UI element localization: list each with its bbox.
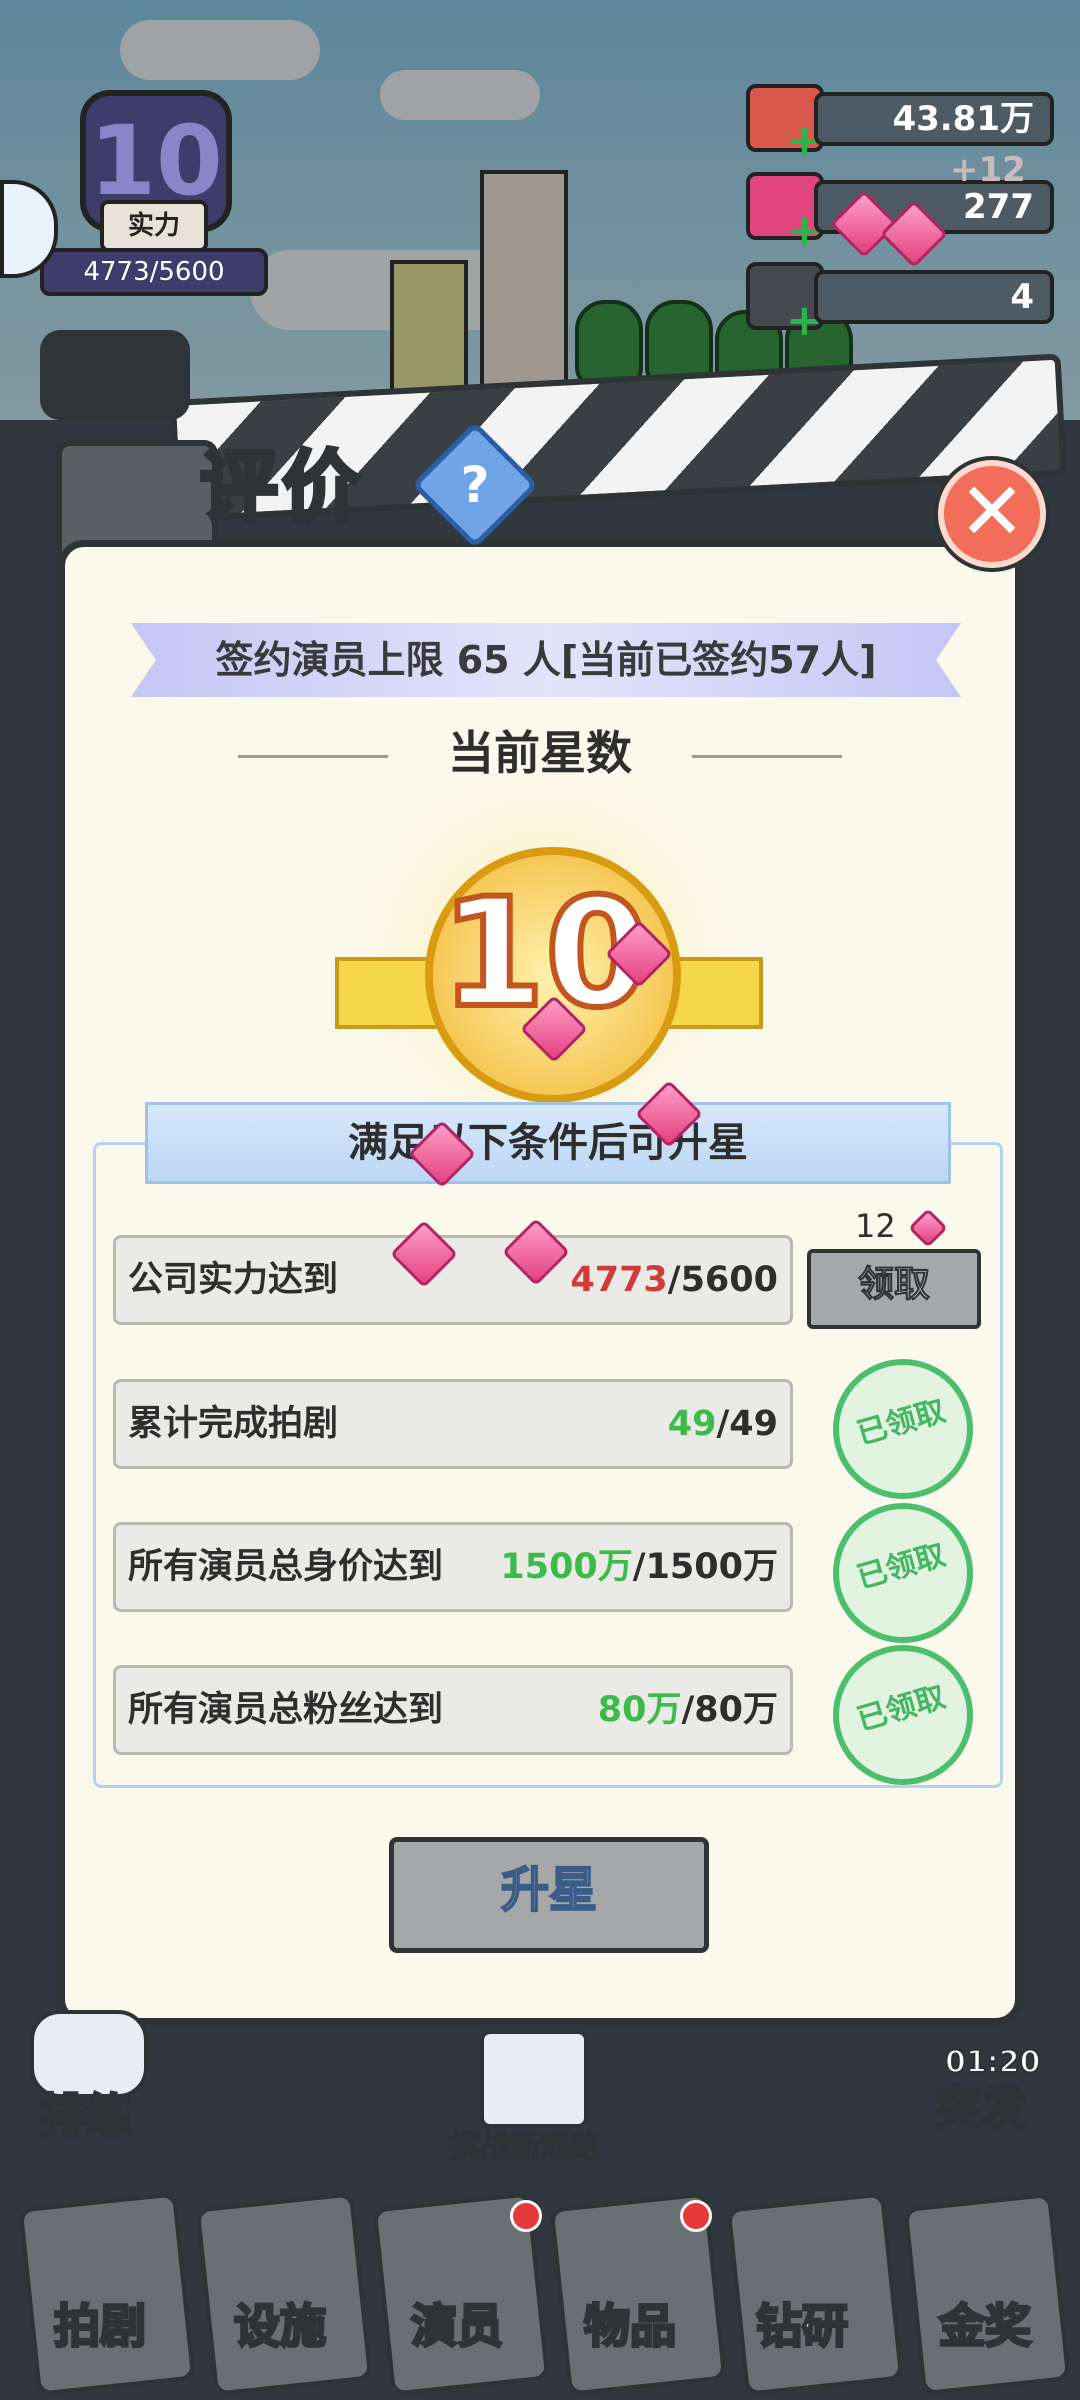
condition-row-actor-fans: 所有演员总粉丝达到 80万/80万 (113, 1665, 793, 1755)
actor-notification-dot (510, 2200, 542, 2232)
level-label: 实力 (100, 200, 208, 252)
evaluation-modal: 签约演员上限 65 人[当前已签约57人] 当前星数 10 满足以下条件后可升星… (58, 540, 1022, 2025)
nav-label-research[interactable]: 钻研 (722, 2290, 882, 2356)
condition-label: 所有演员总粉丝达到 (128, 1690, 444, 1730)
condition-row-actor-value: 所有演员总身价达到 1500万/1500万 (113, 1522, 793, 1612)
upgrade-star-button[interactable]: 升星 (389, 1837, 709, 1953)
nav-label-items[interactable]: 物品 (550, 2290, 710, 2356)
condition-progress: 49/49 (667, 1404, 778, 1444)
contract-limit-banner: 签约演员上限 65 人[当前已签约57人] (131, 623, 961, 697)
gem-bonus-text: +12 (950, 150, 1026, 190)
film-camera-icon (40, 330, 190, 420)
condition-label: 公司实力达到 (128, 1260, 339, 1300)
items-notification-dot (680, 2200, 712, 2232)
condition-label: 所有演员总身价达到 (128, 1547, 444, 1587)
conditions-header: 满足以下条件后可升星 (145, 1102, 951, 1184)
cash-counter: 43.81万 (814, 92, 1054, 146)
nav-label-facility[interactable]: 设施 (200, 2290, 360, 2356)
condition-label: 累计完成拍剧 (128, 1404, 339, 1444)
company-level-badge[interactable]: 10 实力 4773/5600 (40, 80, 268, 296)
nav-label-actor[interactable]: 演员 (377, 2290, 537, 2356)
nav-label-golden-award[interactable]: 金奖 (905, 2290, 1065, 2356)
level-progress: 4773/5600 (40, 248, 268, 296)
gem-icon (908, 1208, 948, 1248)
ticket-counter: 4 (814, 270, 1054, 324)
condition-row-completed-dramas: 累计完成拍剧 49/49 (113, 1379, 793, 1469)
claim-button[interactable]: 领取 (807, 1249, 981, 1329)
modal-title: 评价 (198, 441, 365, 535)
star-emblem: 10 (335, 767, 763, 1147)
nav-label-film[interactable]: 拍剧 (20, 2290, 180, 2356)
condition-progress: 4773/5600 (570, 1260, 778, 1300)
close-icon[interactable]: ✕ (938, 460, 1046, 568)
reward-amount: 12 (855, 1207, 948, 1248)
condition-progress: 80万/80万 (597, 1690, 778, 1730)
condition-progress: 1500万/1500万 (500, 1547, 778, 1587)
